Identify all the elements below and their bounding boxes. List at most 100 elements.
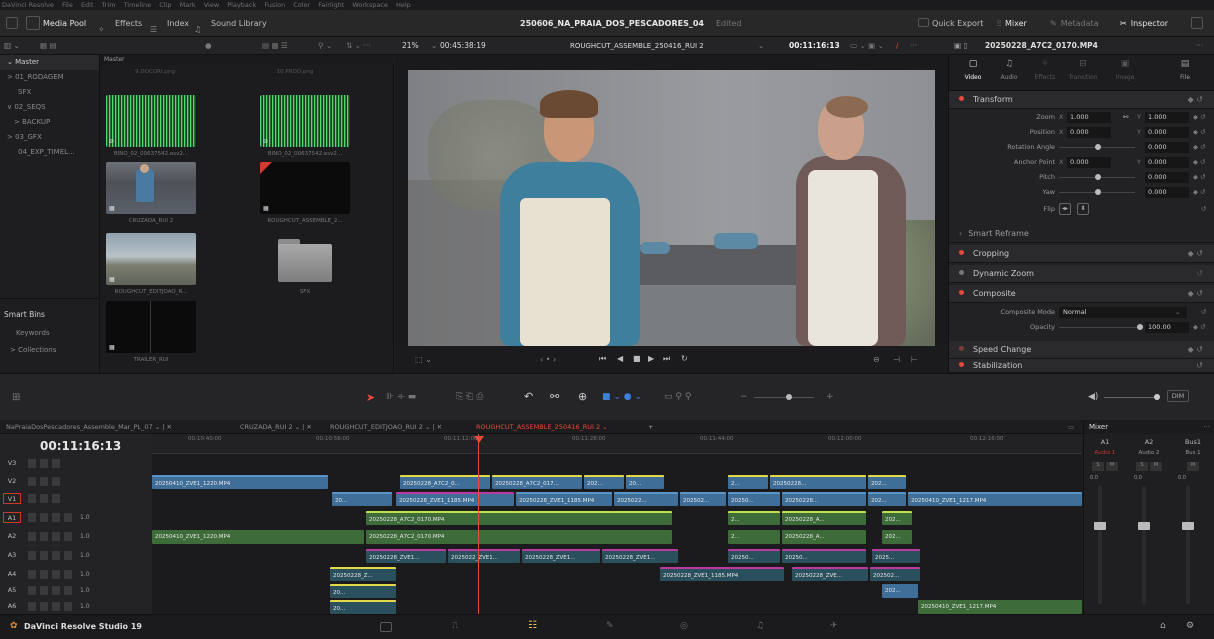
smart-bin-keywords[interactable]: Keywords: [0, 326, 50, 341]
bin-seqs[interactable]: ∨ 02_SEQS: [0, 100, 99, 115]
keyframe-icon[interactable]: ◆ ↺: [1193, 321, 1206, 334]
track-visible-icon[interactable]: [52, 477, 60, 486]
tab-image-icon[interactable]: ▣: [1113, 59, 1137, 69]
menu-edit[interactable]: Edit: [81, 1, 94, 9]
mark-in-icon[interactable]: ⊣: [893, 355, 900, 364]
clip-v1-5[interactable]: 202502...: [680, 492, 726, 506]
zoom-x-field[interactable]: 1.000: [1067, 112, 1111, 123]
zoom-out-icon[interactable]: −: [740, 392, 748, 402]
menu-app[interactable]: DaVinci Resolve: [2, 1, 54, 9]
clip-v1-3[interactable]: 20250228_ZVE1_1185.MP4: [516, 492, 612, 506]
clip-v2-1[interactable]: 20250410_ZVE1_1220.MP4: [152, 475, 328, 489]
bin-backup[interactable]: > BACKUP: [0, 115, 99, 130]
timeline-dropdown-icon[interactable]: ⌄: [758, 37, 764, 55]
reset-icon[interactable]: ↺: [1196, 265, 1203, 283]
tab-audio-icon[interactable]: ♫: [997, 59, 1021, 69]
viewer-options-icon[interactable]: ▭ ⌄ ▣ ⌄: [850, 37, 884, 55]
sort-icon[interactable]: ⇅ ⌄ ···: [346, 37, 371, 55]
lock-icon[interactable]: [28, 459, 36, 468]
timeline-options-icon[interactable]: ▭: [1068, 420, 1074, 433]
linked-selection-icon[interactable]: ⚯: [550, 390, 559, 403]
clip-v2-8[interactable]: 202...: [868, 475, 906, 489]
media-pool-button[interactable]: Media Pool: [26, 10, 86, 37]
disabled-dot-icon[interactable]: [959, 270, 964, 275]
fader-handle[interactable]: [1138, 522, 1150, 530]
opacity-slider-handle[interactable]: [1137, 324, 1143, 330]
stop-icon[interactable]: ■: [633, 354, 641, 363]
menu-trim[interactable]: Trim: [102, 1, 116, 9]
solo-button[interactable]: S: [1136, 462, 1148, 471]
clip-a2-5[interactable]: 202...: [882, 530, 912, 544]
solo-icon[interactable]: [52, 551, 60, 560]
timeline-zoom-handle[interactable]: [786, 394, 792, 400]
collapse-icon[interactable]: [1191, 10, 1206, 37]
fusion-page-icon[interactable]: ✎: [606, 621, 614, 631]
marker-icon[interactable]: ▭ ⚲ ⚲: [664, 392, 691, 402]
reset-icon[interactable]: ◆ ↺: [1188, 285, 1203, 303]
lock-icon[interactable]: [28, 477, 36, 486]
mute-icon[interactable]: [64, 602, 72, 611]
clip-a3-4[interactable]: 20250228_ZVE1...: [602, 549, 678, 563]
menu-color[interactable]: Color: [293, 1, 310, 9]
clip-v1-9[interactable]: 20250410_ZVE1_1217.MP4: [908, 492, 1082, 506]
edit-page-icon[interactable]: ☷: [528, 620, 537, 631]
mute-icon[interactable]: [64, 532, 72, 541]
menu-fairlight[interactable]: Fairlight: [318, 1, 344, 9]
search-icon[interactable]: ⚲ ⌄: [318, 37, 332, 55]
mute-button[interactable]: M: [1150, 462, 1162, 471]
clip-a3-3[interactable]: 20250228_ZVE1...: [522, 549, 600, 563]
keyframe-icon[interactable]: ◆ ↺: [1193, 171, 1206, 184]
solo-icon[interactable]: [52, 602, 60, 611]
play-reverse-icon[interactable]: ◀: [617, 354, 623, 363]
yaw-field[interactable]: 0.000: [1145, 187, 1189, 198]
opacity-field[interactable]: 100.00: [1145, 322, 1189, 333]
clip-a2-3[interactable]: 2...: [728, 530, 780, 544]
jog-icon[interactable]: ‹ • ›: [540, 355, 556, 364]
smart-reframe-header[interactable]: › Smart Reframe: [949, 225, 1214, 243]
track-visible-icon[interactable]: [52, 494, 60, 503]
clip-a1-2[interactable]: 2...: [728, 511, 780, 525]
enable-dot-icon[interactable]: [959, 362, 964, 367]
auto-select-icon[interactable]: [40, 513, 48, 522]
position-x-field[interactable]: 0.000: [1067, 127, 1111, 138]
master-volume-slider[interactable]: [1104, 397, 1156, 398]
media-folder-sfx[interactable]: SFX: [260, 233, 350, 295]
mute-button[interactable]: M: [1106, 462, 1118, 471]
zoom-in-icon[interactable]: +: [826, 392, 834, 402]
media-clip-trailer[interactable]: ▦ TRAILER_RUI: [106, 301, 196, 363]
enable-dot-icon[interactable]: [959, 290, 964, 295]
menu-clip[interactable]: Clip: [159, 1, 171, 9]
lock-icon[interactable]: [28, 513, 36, 522]
insert-clip-icon[interactable]: ⎘ ⎗ ⎙: [456, 392, 483, 402]
tab-image[interactable]: Image: [1109, 74, 1141, 81]
keyframe-icon[interactable]: ◆ ↺: [1193, 141, 1206, 154]
viewer-frame[interactable]: [408, 70, 935, 346]
solo-icon[interactable]: [52, 570, 60, 579]
zoom-y-field[interactable]: 1.000: [1145, 112, 1189, 123]
bin-exp-timelines[interactable]: 04_EXP_TIMEL...: [0, 145, 99, 160]
tab-file-icon[interactable]: ▤: [1173, 59, 1197, 69]
home-icon[interactable]: ⌂: [1160, 621, 1166, 631]
color-page-icon[interactable]: ◎: [680, 621, 688, 631]
cropping-header[interactable]: Cropping ◆ ↺: [949, 245, 1214, 263]
mute-button[interactable]: M: [1187, 462, 1199, 471]
clip-v1-8[interactable]: 202...: [868, 492, 906, 506]
timeline-area[interactable]: 00:10:40:00 00:10:56:00 00:11:12:00 00:1…: [152, 434, 1082, 614]
clip-a6-1[interactable]: 20...: [330, 600, 396, 614]
clip-a5-2[interactable]: 202...: [882, 584, 918, 598]
lock-icon[interactable]: [28, 494, 36, 503]
play-icon[interactable]: ▶: [648, 354, 654, 363]
fader-handle[interactable]: [1094, 522, 1106, 530]
keyframe-icon[interactable]: ◆ ↺: [1193, 156, 1206, 169]
yaw-slider-handle[interactable]: [1095, 189, 1101, 195]
media-clip-roughcut-assemble[interactable]: ▦ ROUGHCUT_ASSEMBLE_2...: [260, 162, 350, 224]
bin-view-icon[interactable]: ▦ ▤: [40, 37, 57, 55]
menu-file[interactable]: File: [62, 1, 73, 9]
viewer-more-icon[interactable]: ···: [910, 37, 917, 55]
zoom-level[interactable]: 21%: [402, 37, 419, 55]
clip-a2-1[interactable]: 20250410_ZVE1_1220.MP4: [152, 530, 364, 544]
position-lock-icon[interactable]: ⊕: [578, 390, 587, 403]
tab-transition-icon[interactable]: ⊟: [1071, 59, 1095, 69]
dynamic-zoom-header[interactable]: Dynamic Zoom ↺: [949, 265, 1214, 283]
bin-gfx[interactable]: > 03_GFX: [0, 130, 99, 145]
